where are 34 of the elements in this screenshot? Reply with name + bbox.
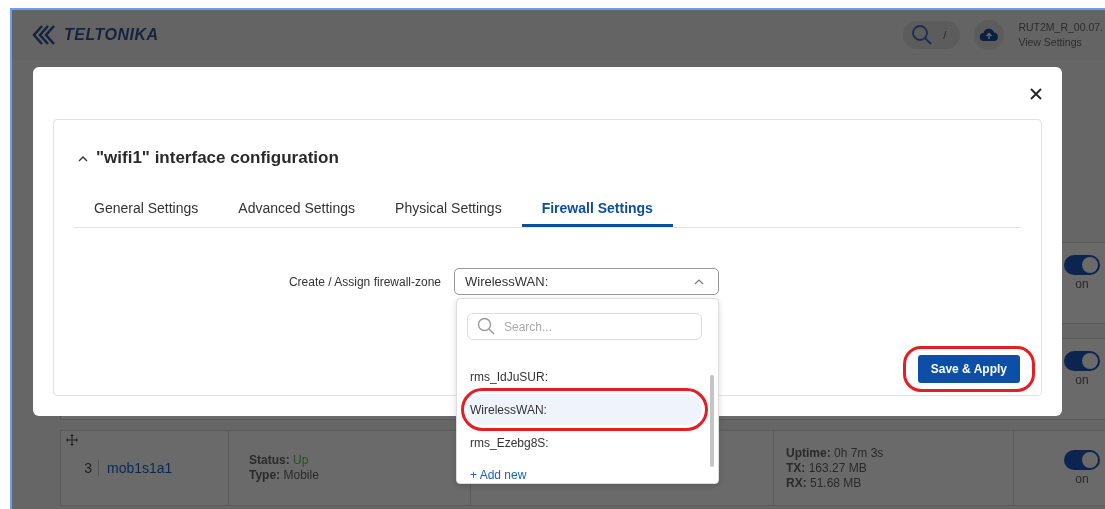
tab[interactable]: General Settings: [74, 192, 219, 227]
zone-select[interactable]: WirelessWAN:: [454, 268, 719, 295]
cloud-upload-icon: [979, 28, 1000, 42]
panel-title: "wifi1" interface configuration: [96, 148, 339, 168]
type-text: Type: Mobile: [249, 468, 320, 483]
stat-text: RX: 51.68 MB: [786, 475, 863, 491]
toggle-switch[interactable]: [1064, 351, 1100, 371]
brand-name: TELTONIKA: [64, 26, 159, 44]
field-label: Create / Assign firewall-zone: [287, 274, 441, 289]
stat-text: Uptime: 0h 7m 3s: [786, 445, 885, 461]
close-icon: [1030, 88, 1042, 100]
tab[interactable]: Advanced Settings: [218, 192, 376, 227]
search-icon: [911, 24, 934, 46]
search-field[interactable]: Search...: [467, 313, 702, 340]
status-text: Status: Up: [249, 453, 310, 468]
toggle-switch[interactable]: [1064, 255, 1100, 275]
save-apply-button[interactable]: Save & Apply: [917, 355, 1020, 383]
tab[interactable]: Physical Settings: [375, 192, 522, 227]
toggle-switch[interactable]: [1064, 450, 1100, 470]
stat-text: TX: 163.27 MB: [786, 460, 868, 476]
dropdown-option[interactable]: rms_IdJuSUR:: [467, 361, 702, 392]
chevron-icon[interactable]: [78, 154, 88, 162]
dropdown-option[interactable]: rms_Ezebg8S:: [467, 427, 702, 458]
add-new-link[interactable]: + Add new: [467, 460, 702, 490]
toggle-label: on: [1075, 373, 1089, 387]
cloud-upload-button[interactable]: [974, 20, 1005, 50]
toggle-label: on: [1075, 472, 1089, 486]
caret-icon: [694, 278, 704, 285]
search-icon: [477, 317, 495, 335]
tab[interactable]: Firewall Settings: [521, 192, 673, 227]
device-name: RUT2M_R_00.07.: [1018, 20, 1103, 35]
toggle-label: on: [1075, 277, 1089, 291]
move-icon[interactable]: [66, 434, 78, 446]
row-index: 3: [84, 460, 92, 476]
